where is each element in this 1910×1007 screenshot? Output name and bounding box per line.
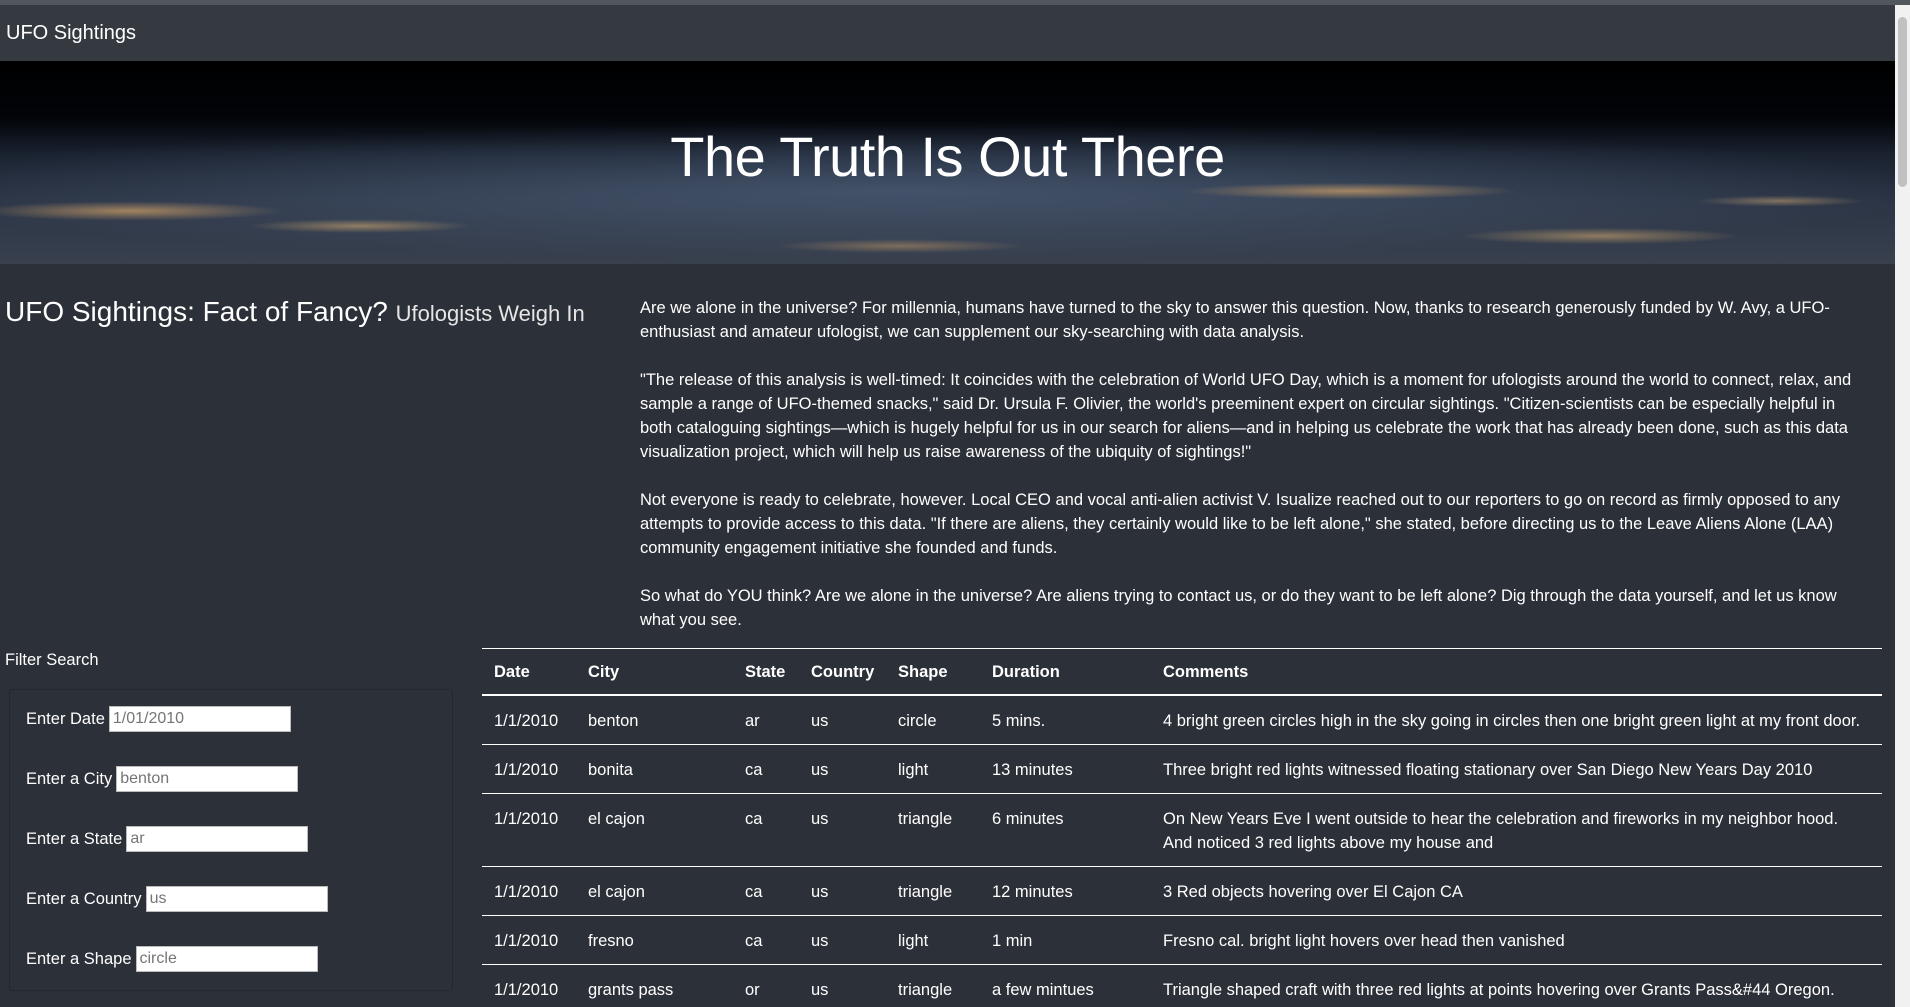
shape-input[interactable]: [135, 946, 318, 972]
table-cell: triangle: [886, 964, 980, 1007]
table-cell: 12 minutes: [980, 866, 1151, 916]
table-cell: 1/1/2010: [482, 866, 576, 916]
filter-country-row: Enter a Country: [26, 884, 328, 914]
navbar: UFO Sightings: [0, 5, 1895, 61]
table-cell: 1/1/2010: [482, 915, 576, 965]
column-header: City: [576, 648, 733, 696]
filter-panel: Enter Date Enter a City Enter a State En…: [9, 689, 453, 991]
city-input[interactable]: [116, 766, 299, 792]
table-cell: a few mintues: [980, 964, 1151, 1007]
table-cell: or: [733, 964, 799, 1007]
table-cell: 1/1/2010: [482, 964, 576, 1007]
article-body: Are we alone in the universe? For millen…: [640, 296, 1865, 656]
table-cell: us: [799, 915, 886, 965]
article-subheading: Ufologists Weigh In: [395, 301, 585, 326]
table-row: 1/1/2010 el cajon ca us triangle 6 minut…: [482, 793, 1882, 867]
table-cell: 13 minutes: [980, 744, 1151, 794]
table-cell: el cajon: [576, 793, 733, 867]
table-cell: Triangle shaped craft with three red lig…: [1151, 964, 1882, 1007]
ufo-table-container: Date City State Country Shape Duration C…: [482, 648, 1882, 1007]
article-heading: UFO Sightings: Fact of Fancy? Ufologists…: [5, 296, 625, 328]
filter-state-label: Enter a State: [26, 829, 123, 848]
table-cell: ca: [733, 793, 799, 867]
table-cell: Three bright red lights witnessed floati…: [1151, 744, 1882, 794]
table-cell: us: [799, 744, 886, 794]
hero-title: The Truth Is Out There: [670, 125, 1225, 188]
table-cell: ar: [733, 695, 799, 745]
table-cell: Fresno cal. bright light hovers over hea…: [1151, 915, 1882, 965]
filter-date-label: Enter Date: [26, 709, 105, 728]
column-header: Comments: [1151, 648, 1882, 696]
table-cell: 5 mins.: [980, 695, 1151, 745]
table-cell: 1/1/2010: [482, 695, 576, 745]
table-cell: ca: [733, 866, 799, 916]
article-paragraph: "The release of this analysis is well-ti…: [640, 371, 1852, 461]
article-title: UFO Sightings: Fact of Fancy?: [5, 296, 388, 327]
table-cell: grants pass: [576, 964, 733, 1007]
table-cell: 4 bright green circles high in the sky g…: [1151, 695, 1882, 745]
table-header-row: Date City State Country Shape Duration C…: [482, 648, 1882, 696]
scrollbar-thumb[interactable]: [1898, 17, 1907, 187]
table-cell: bonita: [576, 744, 733, 794]
filter-search-title: Filter Search: [5, 651, 99, 669]
filter-city-label: Enter a City: [26, 769, 113, 788]
column-header: Date: [482, 648, 576, 696]
table-cell: 3 Red objects hovering over El Cajon CA: [1151, 866, 1882, 916]
country-input[interactable]: [145, 886, 328, 912]
table-row: 1/1/2010 fresno ca us light 1 min Fresno…: [482, 915, 1882, 965]
table-row: 1/1/2010 benton ar us circle 5 mins. 4 b…: [482, 695, 1882, 745]
page: UFO Sightings The Truth Is Out There UFO…: [0, 0, 1910, 1007]
filter-country-label: Enter a Country: [26, 889, 142, 908]
article-paragraph: Are we alone in the universe? For millen…: [640, 299, 1830, 341]
filter-shape-row: Enter a Shape: [26, 944, 318, 974]
table-row: 1/1/2010 bonita ca us light 13 minutes T…: [482, 744, 1882, 794]
table-cell: 6 minutes: [980, 793, 1151, 867]
filter-shape-label: Enter a Shape: [26, 949, 132, 968]
table-cell: circle: [886, 695, 980, 745]
table-cell: ca: [733, 744, 799, 794]
table-cell: us: [799, 964, 886, 1007]
hero-banner: The Truth Is Out There: [0, 61, 1895, 264]
table-cell: benton: [576, 695, 733, 745]
date-input[interactable]: [108, 706, 291, 732]
table-cell: el cajon: [576, 866, 733, 916]
table-cell: ca: [733, 915, 799, 965]
table-cell: triangle: [886, 866, 980, 916]
page-scrollbar[interactable]: [1895, 5, 1910, 1007]
filter-date-row: Enter Date: [26, 704, 291, 734]
column-header: Country: [799, 648, 886, 696]
article-paragraph: So what do YOU think? Are we alone in th…: [640, 587, 1837, 629]
column-header: State: [733, 648, 799, 696]
table-cell: us: [799, 695, 886, 745]
table-cell: light: [886, 744, 980, 794]
navbar-brand-link[interactable]: UFO Sightings: [6, 22, 136, 45]
table-cell: On New Years Eve I went outside to hear …: [1151, 793, 1882, 867]
table-cell: 1 min: [980, 915, 1151, 965]
table-cell: light: [886, 915, 980, 965]
table-cell: triangle: [886, 793, 980, 867]
filter-city-row: Enter a City: [26, 764, 299, 794]
table-cell: us: [799, 793, 886, 867]
table-cell: us: [799, 866, 886, 916]
column-header: Duration: [980, 648, 1151, 696]
ufo-table: Date City State Country Shape Duration C…: [482, 648, 1882, 1007]
table-cell: 1/1/2010: [482, 793, 576, 867]
table-row: 1/1/2010 grants pass or us triangle a fe…: [482, 964, 1882, 1007]
table-cell: 1/1/2010: [482, 744, 576, 794]
table-row: 1/1/2010 el cajon ca us triangle 12 minu…: [482, 866, 1882, 916]
state-input[interactable]: [126, 826, 309, 852]
filter-state-row: Enter a State: [26, 824, 309, 854]
column-header: Shape: [886, 648, 980, 696]
table-cell: fresno: [576, 915, 733, 965]
article-paragraph: Not everyone is ready to celebrate, howe…: [640, 491, 1840, 557]
